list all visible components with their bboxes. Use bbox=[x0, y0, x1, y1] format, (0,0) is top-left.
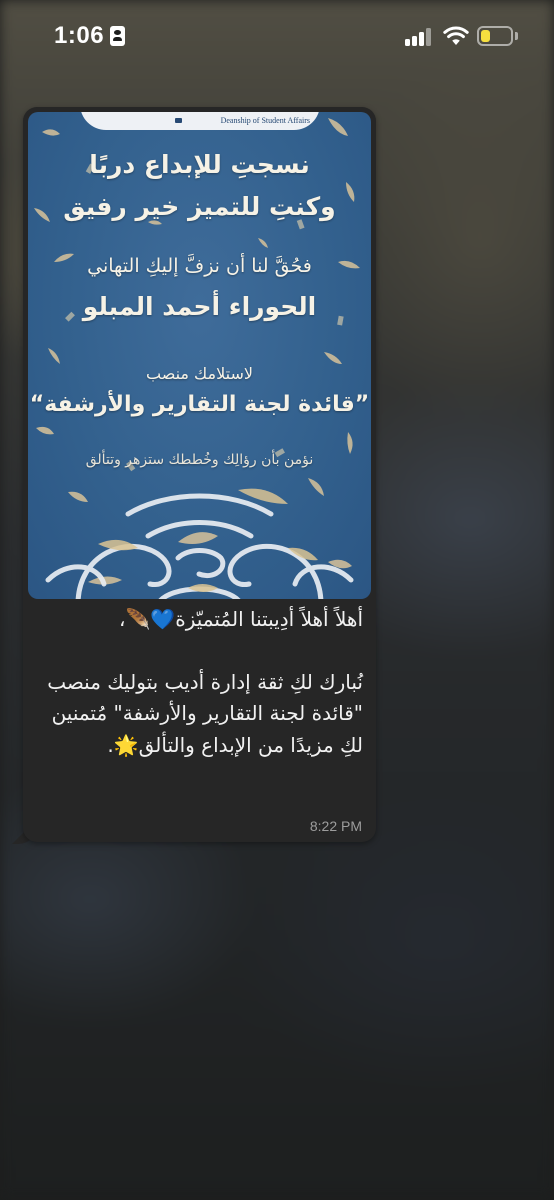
poster-position-title: ”قائدة لجنة التقارير والأرشفة“ bbox=[29, 392, 370, 417]
message-image[interactable]: Deanship of Student Affairs نسجتِ للإبدا… bbox=[28, 112, 371, 599]
cellular-signal-icon bbox=[405, 28, 433, 46]
status-time: 1:06 bbox=[54, 22, 105, 49]
poster-line-1: نسجتِ للإبداع دربًا bbox=[89, 150, 310, 179]
battery-level-fill bbox=[481, 30, 490, 42]
poster-line-7: نؤمن بأن رؤالِك وخُططك ستزهر وتتألق bbox=[85, 452, 314, 468]
battery-cap bbox=[515, 32, 518, 40]
message-bubble[interactable]: Deanship of Student Affairs نسجتِ للإبدا… bbox=[23, 107, 376, 842]
contact-card-icon bbox=[110, 26, 125, 46]
arabesque-ornament bbox=[45, 488, 354, 599]
poster-honoree-name: الحوراء أحمد المبلو bbox=[82, 292, 317, 321]
poster-line-2: وكنتِ للتميز خير رفيق bbox=[63, 192, 336, 221]
poster-line-5: لاستلامك منصب bbox=[145, 364, 254, 383]
message-caption: أهلاً أهلاً أدِيبتنا المُتميّزة💙🪶، نُبار… bbox=[39, 604, 363, 761]
poster-line-3: فحُقَّ لنا أن نزفَّ إليكِ التهاني bbox=[87, 255, 312, 277]
status-bar: 1:06 bbox=[0, 0, 554, 76]
caption-body: نُبارك لكِ ثقة إدارة أديب بتوليك منصب "ق… bbox=[47, 669, 363, 757]
wifi-icon bbox=[443, 26, 469, 45]
message-timestamp: 8:22 PM bbox=[309, 818, 362, 834]
caption-greeting: أهلاً أهلاً أدِيبتنا المُتميّزة💙🪶، bbox=[119, 607, 363, 631]
battery-icon bbox=[477, 26, 513, 46]
